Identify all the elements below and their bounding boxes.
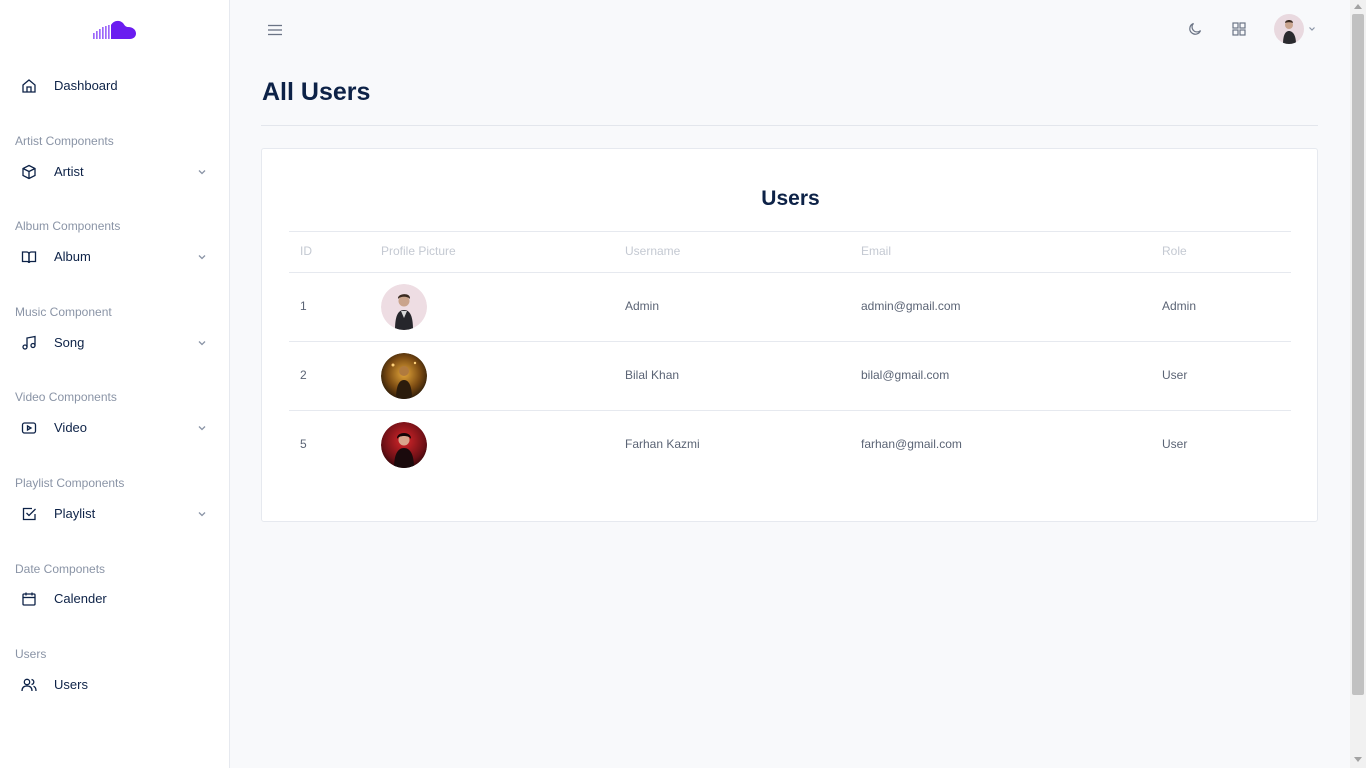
username: Farhan Kazmi <box>625 437 700 451</box>
music-note-icon <box>22 335 36 350</box>
users-table: ID Profile Picture Username Email Role 1 <box>289 231 1291 479</box>
checkbox-icon <box>22 507 36 521</box>
sidebar-item-label: Users <box>54 677 88 692</box>
username: Admin <box>625 299 660 313</box>
section-title-date: Date Componets <box>15 562 106 576</box>
users-icon <box>21 678 37 692</box>
scrollbar-thumb[interactable] <box>1352 14 1364 695</box>
sidebar-item-song[interactable]: Song <box>0 328 229 358</box>
column-header-profile-picture[interactable]: Profile Picture <box>381 244 456 258</box>
soundcloud-logo-icon[interactable] <box>93 19 137 41</box>
column-header-email[interactable]: Email <box>861 244 891 258</box>
column-header-id[interactable]: ID <box>300 244 312 258</box>
sidebar: Dashboard Artist Components Artist Album… <box>0 0 230 768</box>
scrollbar[interactable] <box>1350 0 1366 768</box>
role: Admin <box>1162 299 1197 313</box>
sidebar-item-users[interactable]: Users <box>0 670 229 700</box>
section-title-playlist: Playlist Components <box>15 476 125 490</box>
chevron-down-icon <box>198 426 206 431</box>
user-id: 1 <box>300 299 307 313</box>
sidebar-item-label: Calender <box>54 591 107 606</box>
role: User <box>1162 437 1188 451</box>
users-card: Users ID Profile Picture Username Email … <box>261 148 1318 522</box>
sidebar-item-label: Dashboard <box>54 78 118 93</box>
home-icon <box>22 79 36 93</box>
box-icon <box>22 164 36 180</box>
sidebar-item-calender[interactable]: Calender <box>0 584 229 614</box>
play-video-icon <box>21 422 37 434</box>
sidebar-item-video[interactable]: Video <box>0 413 229 443</box>
email: bilal@gmail.com <box>861 368 950 382</box>
divider <box>261 125 1318 126</box>
section-title-video: Video Components <box>15 390 117 404</box>
book-open-icon <box>21 251 37 264</box>
section-title-album: Album Components <box>15 219 121 233</box>
avatar <box>1274 14 1304 44</box>
email: farhan@gmail.com <box>861 437 962 451</box>
section-title-artist: Artist Components <box>15 134 114 148</box>
scroll-down-arrow-icon[interactable] <box>1354 757 1362 762</box>
grid-apps-icon[interactable] <box>1232 22 1246 36</box>
email: admin@gmail.com <box>861 299 961 313</box>
column-header-username[interactable]: Username <box>625 244 680 258</box>
table-header-row: ID Profile Picture Username Email Role <box>289 231 1291 272</box>
username: Bilal Khan <box>625 368 680 382</box>
profile-picture <box>381 284 427 330</box>
main-content: All Users Users ID Profile Picture Usern… <box>230 0 1350 768</box>
sidebar-item-label: Playlist <box>54 506 96 521</box>
chevron-down-icon <box>198 255 206 260</box>
sidebar-item-label: Song <box>54 335 85 350</box>
chevron-down-icon <box>198 170 206 175</box>
role: User <box>1162 368 1188 382</box>
column-header-role[interactable]: Role <box>1162 244 1187 258</box>
sidebar-item-label: Artist <box>54 164 84 179</box>
table-row[interactable]: 5 Farhan Kazmi farhan@gmail.com User <box>289 410 1291 479</box>
user-id: 5 <box>300 437 307 451</box>
calendar-icon <box>22 592 36 606</box>
user-id: 2 <box>300 368 307 382</box>
sidebar-item-dashboard[interactable]: Dashboard <box>0 71 229 101</box>
sidebar-item-playlist[interactable]: Playlist <box>0 499 229 529</box>
profile-picture <box>381 422 427 468</box>
section-title-music: Music Component <box>15 305 112 319</box>
section-title-users: Users <box>15 647 47 661</box>
page-title: All Users <box>262 78 371 106</box>
sidebar-item-label: Video <box>54 420 88 435</box>
hamburger-menu-icon[interactable] <box>267 24 283 36</box>
chevron-down-icon <box>198 512 206 517</box>
scroll-up-arrow-icon[interactable] <box>1354 4 1362 9</box>
sidebar-item-label: Album <box>54 249 91 264</box>
moon-icon[interactable] <box>1188 22 1202 36</box>
chevron-down-icon <box>1309 27 1315 31</box>
chevron-down-icon <box>198 341 206 346</box>
user-menu[interactable] <box>1274 14 1318 45</box>
sidebar-item-artist[interactable]: Artist <box>0 157 229 187</box>
table-row[interactable]: 1 Admin admin@gmail.com Admin <box>289 272 1291 341</box>
sidebar-item-album[interactable]: Album <box>0 242 229 272</box>
table-row[interactable]: 2 Bilal Khan bilal@gmail.com User <box>289 341 1291 410</box>
profile-picture <box>381 353 427 399</box>
card-title: Users <box>761 187 820 210</box>
